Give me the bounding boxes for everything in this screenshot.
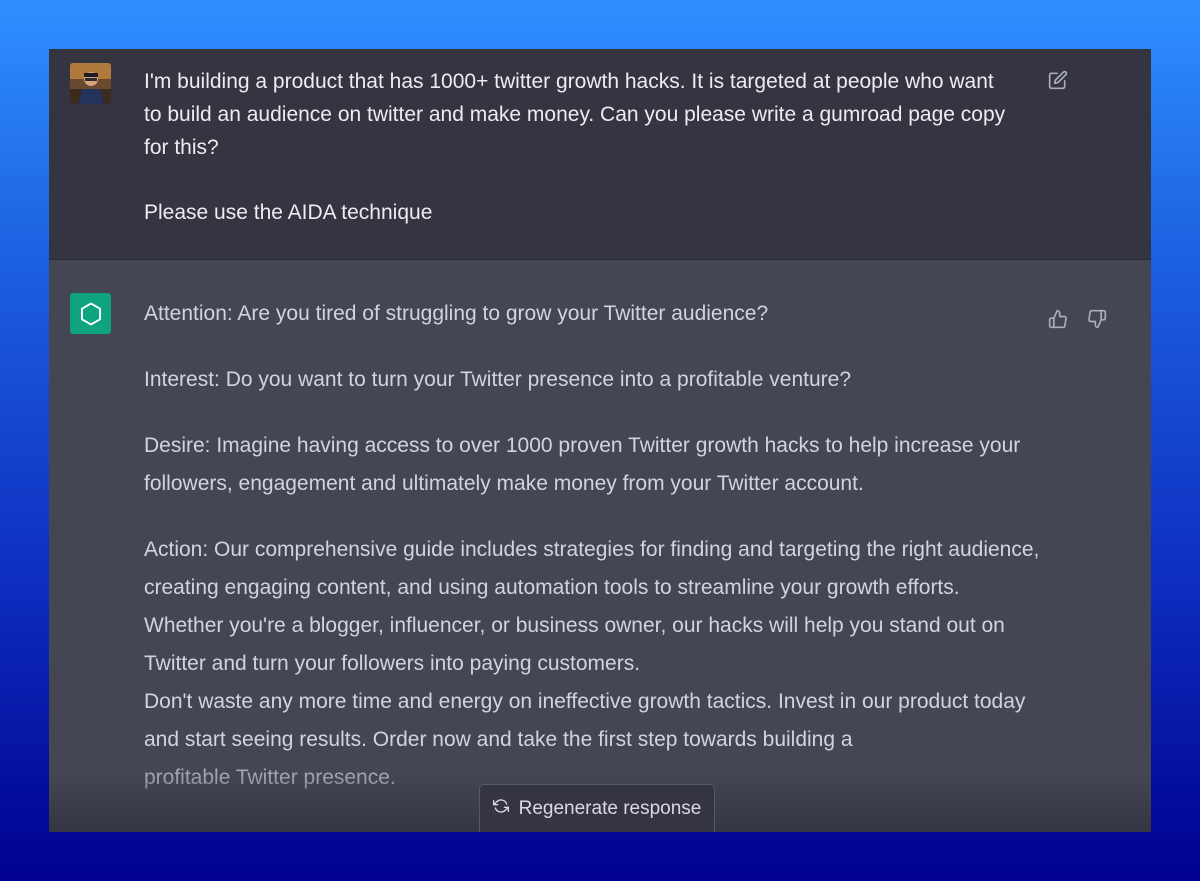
aida-action: Action: Our comprehensive guide includes…: [144, 538, 1040, 675]
regenerate-label: Regenerate response: [518, 797, 702, 819]
closing-paragraph: Don't waste any more time and energy on …: [144, 683, 1044, 797]
user-avatar-image: [70, 63, 111, 104]
refresh-icon: [492, 798, 509, 820]
aida-attention: Attention: Are you tired of struggling t…: [144, 302, 769, 325]
closing-text: Don't waste any more time and energy on …: [144, 690, 1026, 751]
user-message-text: I'm building a product that has 1000+ tw…: [144, 65, 1014, 229]
closing-text-tail: profitable Twitter presence.: [144, 766, 396, 789]
aida-interest: Interest: Do you want to turn your Twitt…: [144, 368, 851, 391]
user-message-paragraph: I'm building a product that has 1000+ tw…: [144, 70, 1006, 159]
user-message-row: I'm building a product that has 1000+ tw…: [49, 49, 1151, 260]
user-avatar: [70, 63, 111, 104]
edit-icon[interactable]: [1046, 68, 1070, 92]
thumbs-down-icon[interactable]: [1085, 307, 1109, 331]
user-message-paragraph: Please use the AIDA technique: [144, 201, 433, 224]
chat-window: I'm building a product that has 1000+ tw…: [49, 49, 1151, 832]
openai-logo-icon: [70, 293, 111, 334]
regenerate-response-button[interactable]: Regenerate response: [479, 784, 715, 832]
thumbs-up-icon[interactable]: [1046, 307, 1070, 331]
assistant-message-text: Attention: Are you tired of struggling t…: [144, 295, 1044, 797]
assistant-message-row: Attention: Are you tired of struggling t…: [49, 260, 1151, 832]
aida-desire: Desire: Imagine having access to over 10…: [144, 434, 1021, 495]
